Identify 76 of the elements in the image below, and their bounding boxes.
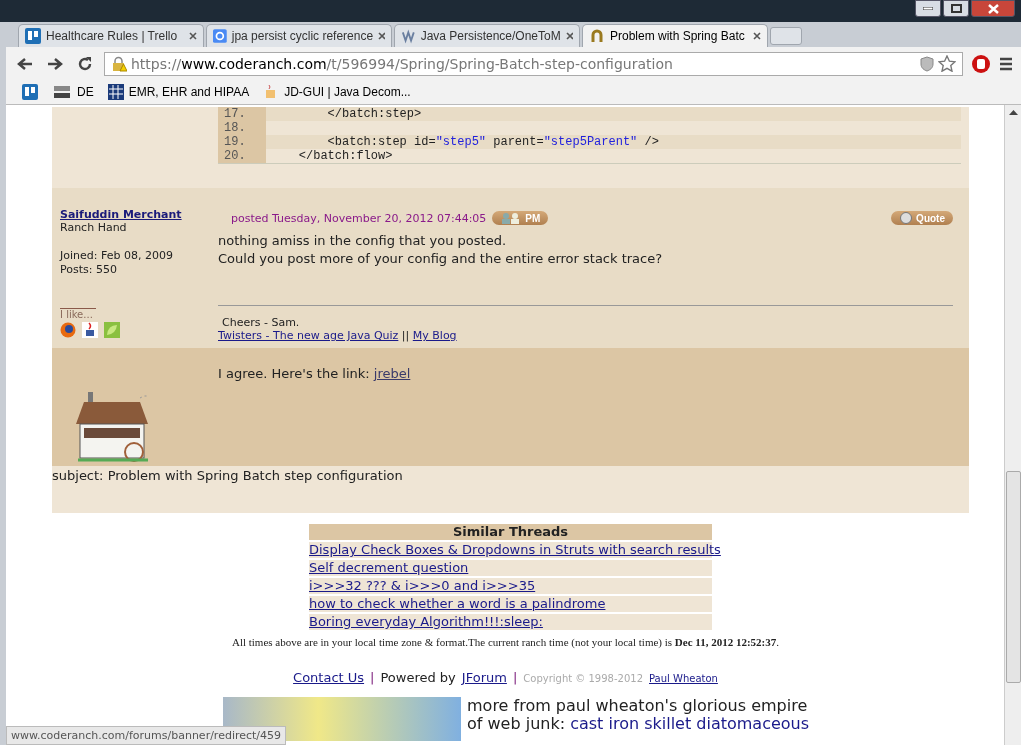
scrollbar[interactable] xyxy=(1004,105,1021,745)
jforum-link[interactable]: JForum xyxy=(461,670,507,685)
author-link[interactable]: Saifuddin Merchant xyxy=(60,208,218,221)
bookmark[interactable]: EMR, EHR and HIPAA xyxy=(107,84,250,100)
firefox-icon[interactable] xyxy=(60,322,76,338)
bookmark[interactable]: JD-GUI | Java Decom... xyxy=(263,84,411,100)
post-text: nothing amiss in the config that you posted. xyxy=(218,232,508,250)
speech-bubble-icon xyxy=(899,212,914,224)
thread-link[interactable]: Self decrement question xyxy=(309,560,469,575)
similar-threads-header: Similar Threads xyxy=(309,524,712,540)
thread-link[interactable]: Boring everyday Algorithm!!!:sleep: xyxy=(309,614,543,629)
promo-link[interactable]: cast iron skillet diatomaceous xyxy=(570,714,810,733)
tab-close-icon[interactable] xyxy=(565,32,573,40)
thread-link[interactable]: how to check whether a word is a palindrome xyxy=(309,596,606,611)
address-bar[interactable]: https://www.coderanch.com/t/596994/Spring/Spring-Batch-step-configuration xyxy=(104,51,963,76)
user-rank: Ranch Hand xyxy=(60,221,128,235)
line-number: 20. xyxy=(218,149,266,163)
link-separator: || xyxy=(401,329,410,342)
star-icon[interactable] xyxy=(938,55,956,72)
favicon-icon xyxy=(25,28,41,44)
jrebel-link[interactable]: jrebel xyxy=(373,366,411,381)
thread-link[interactable]: i>>>32 ??? & i>>>0 and i>>>35 xyxy=(309,578,536,593)
trello-board-icon[interactable] xyxy=(22,84,38,100)
separator-text: | xyxy=(370,670,375,685)
favicon-icon xyxy=(401,28,416,44)
minimize-button[interactable] xyxy=(915,0,941,17)
joined-date: Joined: Feb 08, 2009 xyxy=(60,249,174,263)
browser-tab[interactable]: Healthcare Rules | Trello xyxy=(18,24,204,47)
maximize-button[interactable] xyxy=(943,0,969,17)
post-text: Could you post more of your config and the entire error stack trace? xyxy=(218,250,664,268)
favicon-icon xyxy=(213,28,227,44)
thread-link[interactable]: Display Check Boxes & Dropdowns in Struts with search results xyxy=(309,542,721,557)
line-number: 19. xyxy=(218,135,266,149)
lock-warning-icon xyxy=(111,55,127,72)
line-number: 18. xyxy=(218,121,266,135)
shield-icon[interactable] xyxy=(920,55,934,72)
status-url: www.coderanch.com/forums/banner/redirect/459 xyxy=(6,726,287,745)
forward-arrow-icon xyxy=(47,56,63,71)
reload-icon xyxy=(77,55,93,72)
code-line: </batch:flow> xyxy=(297,149,394,163)
contact-link[interactable]: Contact Us xyxy=(293,670,365,685)
tab-close-icon[interactable] xyxy=(753,32,761,40)
post-count: Posts: 550 xyxy=(60,263,118,277)
menu-icon[interactable] xyxy=(999,56,1013,71)
promo-text: more from paul wheaton's glorious empire of web junk: cast iron skillet diatomaceous xyxy=(467,697,811,735)
back-arrow-icon xyxy=(17,56,33,71)
java-cup-icon[interactable] xyxy=(82,322,98,338)
stop-sign-icon[interactable] xyxy=(971,53,991,74)
minimize-icon xyxy=(923,7,933,10)
post-text: I agree. Here's the link: xyxy=(218,366,370,381)
post-date: posted Tuesday, November 20, 2012 07:44:05 xyxy=(231,211,487,225)
maximize-icon xyxy=(950,4,962,13)
signature-link[interactable]: My Blog xyxy=(412,329,457,342)
owner-link[interactable]: Paul Wheaton xyxy=(649,673,718,684)
scroll-up-arrow-icon[interactable] xyxy=(1008,109,1018,115)
copyright-text: Copyright © 1998-2012 xyxy=(523,673,643,684)
likes-label: I like... xyxy=(60,308,96,320)
browser-tab[interactable]: jpa persist cyclic reference xyxy=(206,24,392,47)
signature-text: Cheers - Sam. xyxy=(221,316,301,329)
time-note: All times above are in your local time zone & format.The current ranch time (not your local time) is Dec 11, 2012 12:52:37. xyxy=(230,636,781,648)
subject-text: subject: Problem with Spring Batch step configuration xyxy=(52,468,403,483)
bookmark[interactable]: DE xyxy=(52,84,94,100)
separator-text: | xyxy=(512,670,518,685)
browser-tab[interactable]: Java Persistence/OneToM xyxy=(394,24,580,47)
tab-close-icon[interactable] xyxy=(189,32,197,40)
favicon-icon xyxy=(589,28,605,44)
powered-by-text: Powered by xyxy=(380,670,456,685)
browser-tab[interactable]: Problem with Spring Batc xyxy=(582,24,768,47)
bookmark-icon xyxy=(107,84,124,100)
close-icon xyxy=(987,3,999,14)
tab-close-icon[interactable] xyxy=(378,32,385,40)
bookmark-icon xyxy=(52,84,72,100)
signature-link[interactable]: Twisters - The new age Java Quiz xyxy=(218,329,399,342)
line-number: 17. xyxy=(218,107,266,121)
url-text: https://www.coderanch.com/t/596994/Spring/Spring-Batch-step-configuration xyxy=(131,55,674,72)
close-button[interactable] xyxy=(971,0,1015,17)
